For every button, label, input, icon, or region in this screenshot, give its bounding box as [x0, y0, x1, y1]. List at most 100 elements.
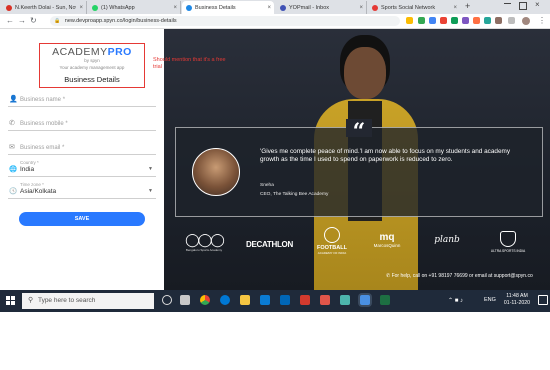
timezone-underline [8, 198, 156, 199]
partner-name: Bengaluru Sports Academy [185, 248, 223, 252]
extension-icon[interactable] [418, 17, 425, 24]
partner-name: ULTRA SPORTS INDIA [490, 249, 526, 253]
task-view-icon[interactable] [180, 295, 190, 305]
minimize-icon[interactable] [504, 3, 511, 4]
extension-icon[interactable] [429, 17, 436, 24]
partner-logo-planb: planb [426, 235, 468, 245]
address-bar[interactable]: 🔒 new.devproapp.spyn.co/login/business-d… [50, 16, 400, 26]
partner-logo-bsa: ◯◯◯ Bengaluru Sports Academy [184, 232, 225, 264]
tab-yopmail[interactable]: YOPmail - Inbox × [276, 1, 367, 14]
close-icon[interactable]: × [173, 5, 177, 11]
new-tab-button[interactable]: + [465, 1, 470, 11]
business-email-underline [8, 154, 156, 155]
tray-icons[interactable]: ⌃ ■ ♪ [448, 297, 463, 304]
lock-icon: 🔒 [54, 18, 61, 24]
testimonial-card: “ 'Gives me complete peace of mind.'I am… [175, 119, 543, 217]
chevron-down-icon[interactable]: ▼ [148, 188, 153, 194]
extension-icon[interactable] [473, 17, 480, 24]
business-name-underline [8, 106, 156, 107]
tab-sports-social[interactable]: Sports Social Network × [368, 1, 460, 14]
face-shape [344, 47, 386, 99]
extensions-puzzle-icon[interactable] [508, 17, 515, 24]
chevron-down-icon[interactable]: ▼ [148, 166, 153, 172]
mq-monogram-icon: mq [379, 232, 395, 243]
yopmail-icon [280, 4, 286, 11]
business-details-panel: ACADEMYPRO by spyn Your academy manageme… [0, 29, 226, 290]
country-select[interactable]: India [20, 166, 34, 173]
maximize-icon[interactable] [519, 2, 527, 10]
close-icon[interactable]: × [453, 5, 457, 11]
partner-name: planb [434, 235, 460, 245]
logo-accent: PRO [107, 46, 132, 58]
shield-icon [500, 231, 516, 247]
email-icon: ✉ [9, 144, 15, 151]
country-label: Country * [20, 160, 39, 165]
logo-byline: by spyn [84, 58, 100, 63]
reload-icon[interactable]: ↻ [30, 15, 37, 27]
app-icon-active[interactable] [360, 295, 370, 305]
forward-icon[interactable]: → [18, 15, 26, 27]
app-icon[interactable] [340, 295, 350, 305]
clock-date: 01-11-2020 [503, 300, 531, 306]
search-placeholder: Type here to search [37, 297, 96, 304]
taskbar-search-box[interactable]: ⚲ Type here to search [22, 293, 154, 309]
file-explorer-icon[interactable] [240, 295, 250, 305]
testimonial-quote: 'Gives me complete peace of mind.'I am n… [260, 148, 511, 164]
partner-logo-marcosquinn: mq MarcosQuinn [366, 232, 408, 248]
tab-whatsapp[interactable]: (1) WhatsApp × [88, 1, 181, 14]
extension-icon[interactable] [484, 17, 491, 24]
close-icon[interactable]: × [79, 5, 83, 11]
chrome-icon[interactable] [200, 295, 210, 305]
app-icon[interactable] [300, 295, 310, 305]
clock[interactable]: 11:48 AM 01-11-2020 [500, 293, 534, 307]
cortana-icon[interactable] [162, 295, 172, 305]
edge-icon[interactable] [220, 295, 230, 305]
menu-icon[interactable]: ⋮ [538, 15, 546, 27]
timezone-select[interactable]: Asia/Kolkata [20, 188, 56, 195]
country-underline [8, 176, 156, 177]
windows-taskbar: ⚲ Type here to search ⌃ ■ ♪ ENG 11:48 AM… [0, 290, 550, 312]
academy-pro-logo: ACADEMYPRO [42, 46, 142, 58]
url-text: new.devproapp.spyn.co/login/business-det… [64, 18, 177, 24]
help-line: ✆ For help, call on +91 98197 76699 or e… [386, 273, 533, 279]
business-email-input[interactable]: Business email * [20, 145, 64, 151]
tab-gmail[interactable]: N.Keerth Dolai - Sun, Novemi × [2, 1, 87, 14]
mail-icon[interactable] [280, 295, 290, 305]
excel-icon[interactable] [380, 295, 390, 305]
save-button[interactable]: SAVE [19, 212, 145, 226]
phone-icon: ✆ [9, 120, 15, 127]
extension-icon[interactable] [440, 17, 447, 24]
profile-avatar[interactable] [522, 17, 530, 25]
close-icon[interactable]: × [267, 5, 271, 11]
partner-subname: ACADEMY OF INDIA [317, 251, 347, 255]
bookmark-star-icon[interactable] [406, 17, 413, 24]
phone-icon: ✆ [386, 273, 391, 279]
testimonial-author: Sneha [260, 183, 274, 188]
testimonial-role: CEO, The Talking Bee Academy [260, 192, 329, 197]
annotation-note: Should mention that it's a free trial [153, 57, 226, 70]
tab-label: (1) WhatsApp [101, 4, 135, 11]
tab-business-details[interactable]: Business Details × [182, 1, 274, 14]
clock-time: 11:48 AM [506, 293, 528, 299]
extension-icon[interactable] [495, 17, 502, 24]
business-name-input[interactable]: Business name * [20, 97, 65, 103]
whatsapp-icon [92, 4, 98, 11]
app-icon[interactable] [320, 295, 330, 305]
extension-icon[interactable] [462, 17, 469, 24]
close-icon[interactable]: × [359, 5, 363, 11]
globe-icon: 🌐 [9, 166, 18, 173]
notifications-icon[interactable] [538, 295, 548, 305]
extension-icon[interactable] [451, 17, 458, 24]
back-icon[interactable]: ← [6, 15, 14, 27]
business-mobile-underline [8, 130, 156, 131]
business-mobile-input[interactable]: Business mobile * [20, 121, 68, 127]
window-close-icon[interactable]: × [535, 0, 540, 9]
partner-logo-decathlon: DECATHLON [246, 240, 293, 249]
store-icon[interactable] [260, 295, 270, 305]
user-icon: 👤 [9, 96, 18, 103]
tab-label: N.Keerth Dolai - Sun, Novemi [15, 4, 76, 11]
windows-start-icon[interactable] [6, 296, 15, 305]
tab-label: Sports Social Network [381, 4, 436, 11]
language-indicator[interactable]: ENG [484, 297, 496, 303]
partner-name: MarcosQuinn [373, 243, 401, 248]
